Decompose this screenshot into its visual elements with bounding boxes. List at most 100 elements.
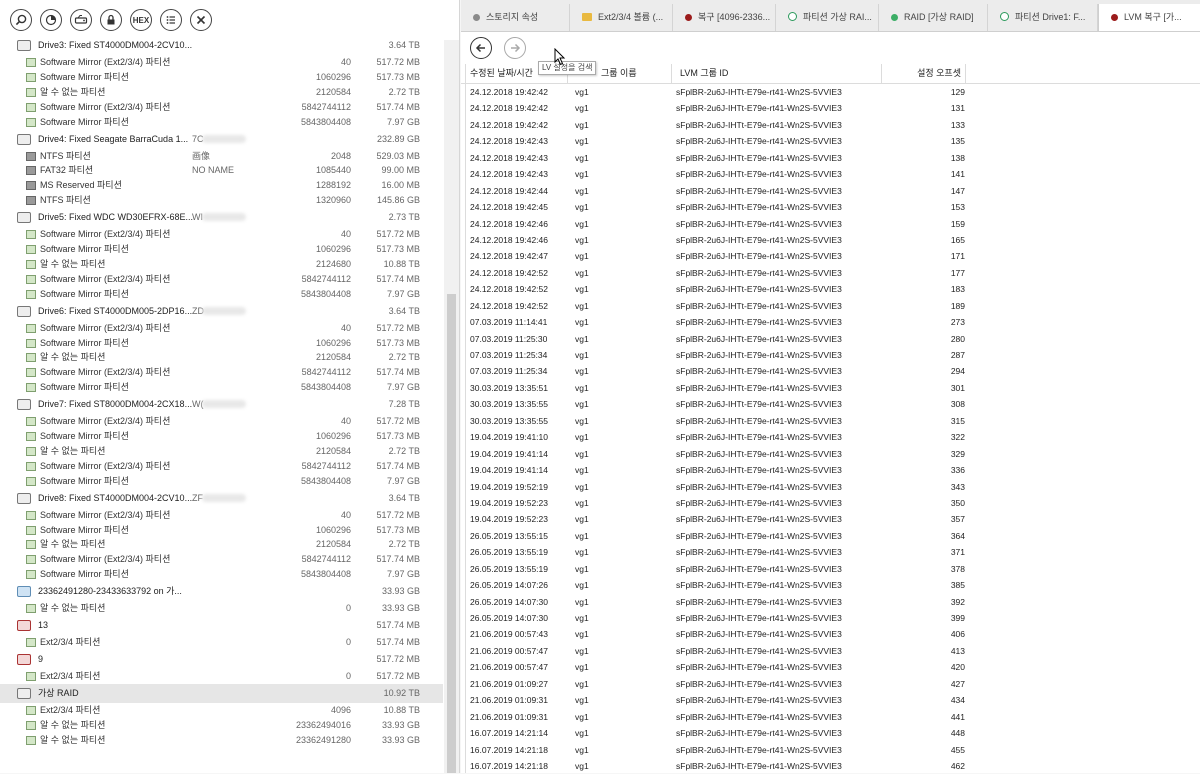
table-row[interactable]: 24.12.2018 19:42:46 vg1 sFplBR-2u6J-IHTt-E… [461,232,1200,248]
tree-partition-row[interactable]: Software Mirror 파티션 1060296 517.73 MB [0,523,443,538]
table-row[interactable]: 24.12.2018 19:42:42 vg1 sFplBR-2u6J-IHTt-E… [461,117,1200,133]
table-row[interactable]: 26.05.2019 13:55:19 vg1 sFplBR-2u6J-IHTt-E… [461,544,1200,560]
tree-drive-row[interactable]: 13 517.74 MB [0,616,443,635]
tree-partition-row[interactable]: 알 수 없는 파티션 2120584 2.72 TB [0,444,443,459]
tree-partition-row[interactable]: MS Reserved 파티션 1288192 16.00 MB [0,178,443,193]
tree-partition-row[interactable]: 알 수 없는 파티션 2120584 2.72 TB [0,85,443,100]
tree-partition-row[interactable]: Software Mirror 파티션 1060296 517.73 MB [0,242,443,257]
tree-partition-row[interactable]: Software Mirror 파티션 1060296 517.73 MB [0,70,443,85]
tree-partition-row[interactable]: 알 수 없는 파티션 2124680 10.88 TB [0,257,443,272]
table-row[interactable]: 24.12.2018 19:42:47 vg1 sFplBR-2u6J-IHTt-E… [461,248,1200,264]
tab-3[interactable]: 복구 [4096-2336... [673,4,776,31]
table-row[interactable]: 24.12.2018 19:42:43 vg1 sFplBR-2u6J-IHTt-E… [461,150,1200,166]
table-row[interactable]: 26.05.2019 13:55:19 vg1 sFplBR-2u6J-IHTt-E… [461,561,1200,577]
tab-2[interactable]: Ext2/3/4 볼륨 (... [570,4,673,31]
table-row[interactable]: 30.03.2019 13:35:55 vg1 sFplBR-2u6J-IHTt-E… [461,396,1200,412]
tree-partition-row[interactable]: 알 수 없는 파티션 2120584 2.72 TB [0,350,443,365]
table-row[interactable]: 24.12.2018 19:42:43 vg1 sFplBR-2u6J-IHTt-E… [461,133,1200,149]
table-row[interactable]: 26.05.2019 14:07:30 vg1 sFplBR-2u6J-IHTt-E… [461,610,1200,626]
table-row[interactable]: 19.04.2019 19:52:23 vg1 sFplBR-2u6J-IHTt-E… [461,495,1200,511]
tree-partition-row[interactable]: 알 수 없는 파티션 2120584 2.72 TB [0,537,443,552]
tab-5[interactable]: RAID [가상 RAID] [879,4,988,31]
tree-drive-row[interactable]: Drive5: Fixed WDC WD30EFRX-68E... WI 2.73 … [0,208,443,227]
table-row[interactable]: 24.12.2018 19:42:44 vg1 sFplBR-2u6J-IHTt-E… [461,183,1200,199]
table-row[interactable]: 24.12.2018 19:42:42 vg1 sFplBR-2u6J-IHTt-E… [461,100,1200,116]
table-row[interactable]: 21.06.2019 00:57:47 vg1 sFplBR-2u6J-IHTt-E… [461,643,1200,659]
table-row[interactable]: 30.03.2019 13:35:51 vg1 sFplBR-2u6J-IHTt-E… [461,380,1200,396]
table-row[interactable]: 24.12.2018 19:42:52 vg1 sFplBR-2u6J-IHTt-E… [461,265,1200,281]
tree-partition-row[interactable]: 알 수 없는 파티션 23362494016 33.93 GB [0,718,443,733]
tab-7[interactable]: LVM 복구 [가... [1098,4,1200,31]
table-row[interactable]: 24.12.2018 19:42:46 vg1 sFplBR-2u6J-IHTt-E… [461,216,1200,232]
tree-partition-row[interactable]: Software Mirror 파티션 1060296 517.73 MB [0,429,443,444]
table-row[interactable]: 21.06.2019 00:57:47 vg1 sFplBR-2u6J-IHTt-E… [461,659,1200,675]
drive-link-button[interactable] [70,9,92,31]
tree-partition-row[interactable]: 알 수 없는 파티션 0 33.93 GB [0,601,443,616]
tree-partition-row[interactable]: Software Mirror (Ext2/3/4) 파티션 5842744112… [0,552,443,567]
tree-drive-row[interactable]: 23362491280-23433633792 on 가... 33.93 GB [0,582,443,601]
tree-partition-row[interactable]: Software Mirror (Ext2/3/4) 파티션 40 517.72 M… [0,227,443,242]
close-button[interactable] [190,9,212,31]
tree-drive-row[interactable]: Drive4: Fixed Seagate BarraCuda 1... 7C 23… [0,130,443,149]
tab-4[interactable]: 파티션 가상 RAI... [776,4,879,31]
tree-partition-row[interactable]: Software Mirror 파티션 1060296 517.73 MB [0,336,443,351]
table-row[interactable]: 07.03.2019 11:25:34 vg1 sFplBR-2u6J-IHTt-E… [461,347,1200,363]
table-row[interactable]: 26.05.2019 14:07:26 vg1 sFplBR-2u6J-IHTt-E… [461,577,1200,593]
hex-button[interactable]: HEX [130,9,152,31]
col-offset-header[interactable]: 설정 오프셋 [907,64,961,83]
col-id-header[interactable]: LVM 그룹 ID [680,64,728,83]
tree-drive-row[interactable]: Drive6: Fixed ST4000DM005-2DP16... ZD 3.64… [0,302,443,321]
tree-partition-row[interactable]: FAT32 파티션 NO NAME 1085440 99.00 MB [0,163,443,178]
table-row[interactable]: 21.06.2019 01:09:31 vg1 sFplBR-2u6J-IHTt-E… [461,692,1200,708]
tree-partition-row[interactable]: Software Mirror 파티션 5843804408 7.97 GB [0,567,443,582]
tree-partition-row[interactable]: Ext2/3/4 파티션 0 517.72 MB [0,669,443,684]
tree-partition-row[interactable]: Software Mirror (Ext2/3/4) 파티션 40 517.72 M… [0,508,443,523]
tree-partition-row[interactable]: Software Mirror (Ext2/3/4) 파티션 5842744112… [0,459,443,474]
tree-partition-row[interactable]: NTFS 파티션 1320960 145.86 GB [0,193,443,208]
table-row[interactable]: 21.06.2019 01:09:31 vg1 sFplBR-2u6J-IHTt-E… [461,709,1200,725]
table-row[interactable]: 26.05.2019 13:55:15 vg1 sFplBR-2u6J-IHTt-E… [461,528,1200,544]
table-row[interactable]: 21.06.2019 01:09:27 vg1 sFplBR-2u6J-IHTt-E… [461,676,1200,692]
tree-partition-row[interactable]: Software Mirror (Ext2/3/4) 파티션 5842744112… [0,272,443,287]
table-row[interactable]: 19.04.2019 19:41:10 vg1 sFplBR-2u6J-IHTt-E… [461,429,1200,445]
tab-1[interactable]: 스토리지 속성 [461,4,570,31]
tree-drive-row[interactable]: Drive7: Fixed ST8000DM004-2CX18... W(7.28… [0,395,443,414]
col-date-header[interactable]: 수정된 날짜/시간 [470,64,533,83]
table-row[interactable]: 21.06.2019 00:57:43 vg1 sFplBR-2u6J-IHTt-E… [461,626,1200,642]
table-row[interactable]: 07.03.2019 11:14:41 vg1 sFplBR-2u6J-IHTt-E… [461,314,1200,330]
tree-partition-row[interactable]: Software Mirror (Ext2/3/4) 파티션 5842744112… [0,100,443,115]
table-row[interactable]: 30.03.2019 13:35:55 vg1 sFplBR-2u6J-IHTt-E… [461,413,1200,429]
table-row[interactable]: 24.12.2018 19:42:45 vg1 sFplBR-2u6J-IHTt-E… [461,199,1200,215]
forward-button[interactable] [504,37,526,59]
table-row[interactable]: 24.12.2018 19:42:52 vg1 sFplBR-2u6J-IHTt-E… [461,298,1200,314]
table-row[interactable]: 24.12.2018 19:42:52 vg1 sFplBR-2u6J-IHTt-E… [461,281,1200,297]
table-row[interactable]: 19.04.2019 19:52:23 vg1 sFplBR-2u6J-IHTt-E… [461,511,1200,527]
table-row[interactable]: 24.12.2018 19:42:42 vg1 sFplBR-2u6J-IHTt-E… [461,84,1200,100]
col-group-header[interactable]: 그룹 이름 [601,64,637,83]
tree-partition-row[interactable]: Software Mirror 파티션 5843804408 7.97 GB [0,474,443,489]
tree-partition-row[interactable]: Software Mirror (Ext2/3/4) 파티션 40 517.72 M… [0,321,443,336]
tab-6[interactable]: 파티션 Drive1: F... [988,4,1098,31]
table-row[interactable]: 07.03.2019 11:25:30 vg1 sFplBR-2u6J-IHTt-E… [461,331,1200,347]
tree-partition-row[interactable]: Software Mirror (Ext2/3/4) 파티션 5842744112… [0,365,443,380]
table-row[interactable]: 16.07.2019 14:21:18 vg1 sFplBR-2u6J-IHTt-E… [461,742,1200,758]
tree-partition-row[interactable]: Software Mirror 파티션 5843804408 7.97 GB [0,287,443,302]
search-button[interactable] [10,9,32,31]
tree-scrollbar[interactable] [444,40,459,773]
table-row[interactable]: 26.05.2019 14:07:30 vg1 sFplBR-2u6J-IHTt-E… [461,594,1200,610]
tree-drive-row[interactable]: 9 517.72 MB [0,650,443,669]
tree-partition-row[interactable]: 알 수 없는 파티션 23362491280 33.93 GB [0,733,443,748]
table-row[interactable]: 19.04.2019 19:41:14 vg1 sFplBR-2u6J-IHTt-E… [461,462,1200,478]
tree-partition-row[interactable]: Software Mirror (Ext2/3/4) 파티션 40 517.72 M… [0,55,443,70]
tree-partition-row[interactable]: NTFS 파티션 画像 2048 529.03 MB [0,149,443,164]
tree-partition-row[interactable]: Software Mirror (Ext2/3/4) 파티션 40 517.72 M… [0,414,443,429]
tree-partition-row[interactable]: Software Mirror 파티션 5843804408 7.97 GB [0,380,443,395]
tree-drive-row[interactable]: Drive3: Fixed ST4000DM004-2CV10... 3.64 T… [0,40,443,55]
back-button[interactable] [470,37,492,59]
scan-button[interactable] [40,9,62,31]
list-button[interactable] [160,9,182,31]
table-row[interactable]: 19.04.2019 19:52:19 vg1 sFplBR-2u6J-IHTt-E… [461,479,1200,495]
tree-partition-row[interactable]: Software Mirror 파티션 5843804408 7.97 GB [0,115,443,130]
lock-button[interactable] [100,9,122,31]
table-row[interactable]: 16.07.2019 14:21:14 vg1 sFplBR-2u6J-IHTt-E… [461,725,1200,741]
